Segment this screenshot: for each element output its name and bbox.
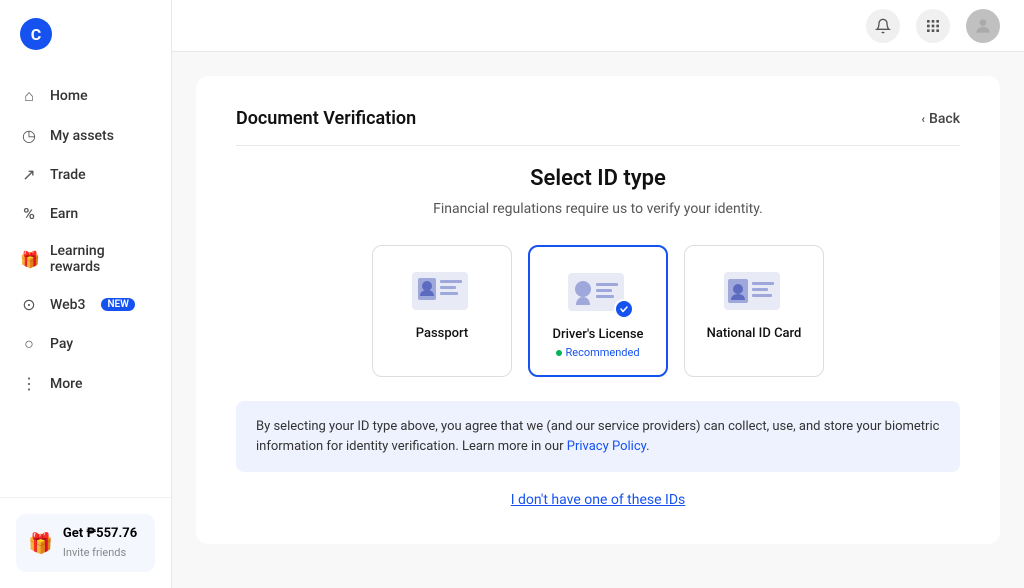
invite-amount: Get ₱557.76: [63, 526, 137, 541]
doc-card-title: Document Verification: [236, 108, 416, 129]
user-avatar[interactable]: [966, 9, 1000, 43]
sidebar-item-more[interactable]: ⋮ More: [0, 364, 171, 403]
invite-icon: 🎁: [28, 531, 53, 555]
drivers-license-icon: [566, 271, 630, 315]
id-card-national-id[interactable]: National ID Card: [684, 245, 824, 377]
home-icon: ⌂: [20, 86, 38, 106]
chevron-left-icon: ‹: [921, 112, 925, 126]
pay-icon: ○: [20, 334, 38, 354]
id-card-passport[interactable]: Passport: [372, 245, 512, 377]
national-id-icon: [722, 270, 786, 314]
sidebar-item-home[interactable]: ⌂ Home: [0, 76, 171, 116]
sidebar-label-trade: Trade: [50, 167, 86, 183]
sidebar-nav: ⌂ Home ◷ My assets ↗ Trade % Earn 🎁 Lear…: [0, 68, 171, 497]
passport-label: Passport: [416, 326, 469, 341]
apps-button[interactable]: [916, 9, 950, 43]
earn-icon: %: [20, 204, 38, 223]
sidebar-item-earn[interactable]: % Earn: [0, 194, 171, 233]
notification-button[interactable]: [866, 9, 900, 43]
drivers-license-label: Driver's License: [553, 327, 644, 342]
more-icon: ⋮: [20, 374, 38, 393]
clock-icon: ◷: [20, 126, 38, 145]
topbar: [172, 0, 1024, 52]
sidebar-label-more: More: [50, 376, 83, 392]
document-verification-card: Document Verification ‹ Back Select ID t…: [196, 76, 1000, 544]
sidebar-label-earn: Earn: [50, 206, 78, 222]
recommended-dot: [556, 350, 562, 356]
sidebar-label-pay: Pay: [50, 336, 73, 352]
sidebar: C ⌂ Home ◷ My assets ↗ Trade % Earn 🎁 Le…: [0, 0, 172, 588]
trade-icon: ↗: [20, 165, 38, 184]
bell-icon: [875, 18, 891, 34]
consent-notice: By selecting your ID type above, you agr…: [236, 401, 960, 472]
sidebar-item-pay[interactable]: ○ Pay: [0, 324, 171, 364]
invite-text: Get ₱557.76 Invite friends: [63, 526, 137, 560]
back-button[interactable]: ‹ Back: [921, 111, 960, 127]
invite-subtitle: Invite friends: [63, 546, 126, 559]
new-badge: NEW: [101, 298, 135, 311]
sidebar-bottom: 🎁 Get ₱557.76 Invite friends: [0, 497, 171, 588]
select-id-title: Select ID type: [236, 166, 960, 191]
privacy-policy-link[interactable]: Privacy Policy: [567, 439, 646, 454]
main-area: Document Verification ‹ Back Select ID t…: [172, 0, 1024, 588]
sidebar-logo: C: [0, 0, 171, 68]
sidebar-label-learning-rewards: Learning rewards: [50, 243, 151, 275]
sidebar-item-trade[interactable]: ↗ Trade: [0, 155, 171, 194]
sidebar-label-home: Home: [50, 88, 88, 104]
grid-icon: [925, 18, 941, 34]
checkmark-icon: [619, 304, 629, 314]
web3-icon: ⊙: [20, 295, 38, 314]
invite-card[interactable]: 🎁 Get ₱557.76 Invite friends: [16, 514, 155, 572]
sidebar-item-my-assets[interactable]: ◷ My assets: [0, 116, 171, 155]
id-type-list: Passport: [236, 245, 960, 377]
no-id-button[interactable]: I don't have one of these IDs: [236, 492, 960, 508]
sidebar-item-learning-rewards[interactable]: 🎁 Learning rewards: [0, 233, 171, 285]
recommended-badge: Recommended: [556, 346, 639, 359]
back-label: Back: [929, 111, 960, 127]
doc-card-header: Document Verification ‹ Back: [236, 108, 960, 146]
sidebar-label-my-assets: My assets: [50, 128, 114, 144]
avatar-icon: [973, 16, 993, 36]
gift-icon: 🎁: [20, 250, 38, 269]
id-card-drivers-license[interactable]: Driver's License Recommended: [528, 245, 668, 377]
logo-icon[interactable]: C: [20, 18, 52, 50]
passport-icon: [410, 270, 474, 314]
select-id-subtitle: Financial regulations require us to veri…: [236, 201, 960, 217]
content-area: Document Verification ‹ Back Select ID t…: [172, 52, 1024, 588]
sidebar-item-web3[interactable]: ⊙ Web3 NEW: [0, 285, 171, 324]
recommended-label: Recommended: [565, 346, 639, 359]
sidebar-label-web3: Web3: [50, 297, 85, 313]
notice-period: .: [646, 439, 649, 454]
national-id-label: National ID Card: [707, 326, 802, 341]
